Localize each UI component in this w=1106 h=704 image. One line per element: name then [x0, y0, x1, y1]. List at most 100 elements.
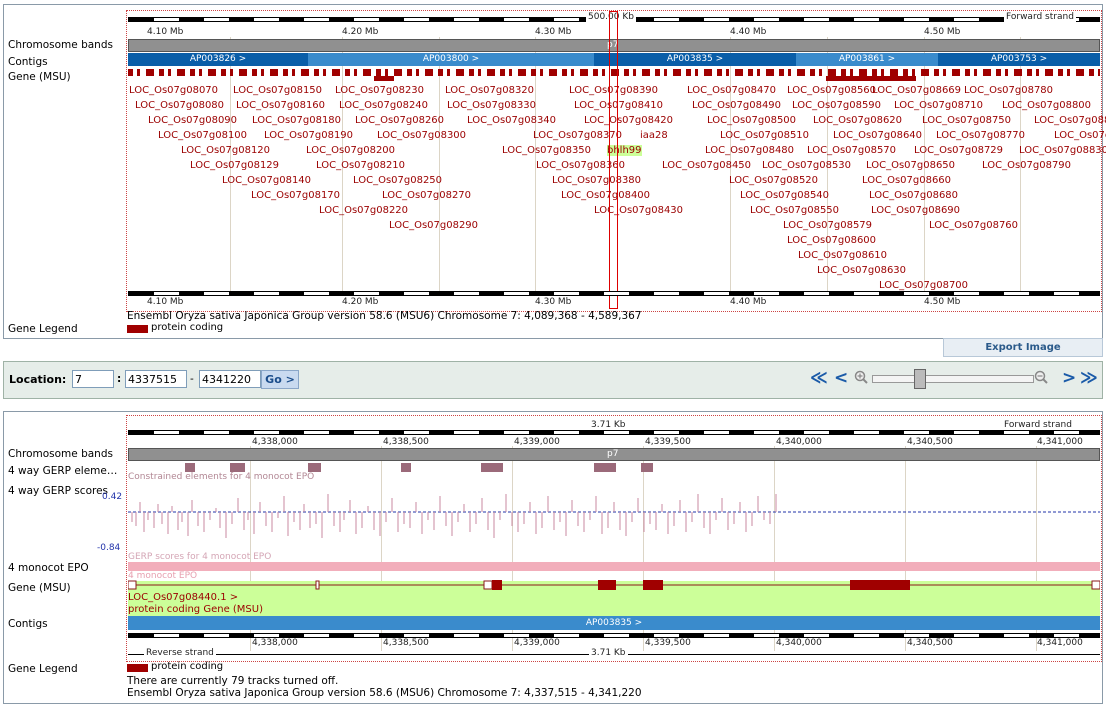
gene-label[interactable]: LOC_Os07g08770 [936, 130, 1025, 141]
gerp-element[interactable] [308, 463, 321, 472]
gene-label[interactable]: LOC_Os07g08530 [762, 160, 851, 171]
selection-box[interactable] [609, 11, 618, 309]
go-button[interactable]: Go > [261, 370, 299, 389]
gene-label[interactable]: LOC_Os07g08160 [236, 100, 325, 111]
gene-label[interactable]: LOC_Os07g08320 [445, 85, 534, 96]
gene-label[interactable]: LOC_Os07g08120 [181, 145, 270, 156]
gene-label[interactable]: LOC_Os07g08520 [729, 175, 818, 186]
gene-label[interactable]: LOC_Os07g08669 [872, 85, 961, 96]
gene-label[interactable]: LOC_Os07g08330 [447, 100, 536, 111]
gene-label[interactable]: LOC_Os07g08250 [353, 175, 442, 186]
gene-label[interactable]: LOC_Os07g08700 [879, 280, 968, 291]
gerp-element[interactable] [401, 463, 411, 472]
contig-ap003861[interactable]: AP003861 > [796, 53, 938, 66]
gene-model[interactable] [128, 578, 1100, 592]
gerp-element[interactable] [594, 463, 616, 472]
gene-label[interactable]: LOC_Os07g08710 [894, 100, 983, 111]
gerp-element[interactable] [185, 463, 195, 472]
contig-ap003826[interactable]: AP003826 > [128, 53, 308, 66]
gene-label[interactable]: LOC_Os07g08080 [135, 100, 224, 111]
gene-label[interactable]: LOC_Os07g08210 [316, 160, 405, 171]
gene-label[interactable]: LOC_Os07g08480 [705, 145, 794, 156]
pan-right-button[interactable]: > [1062, 368, 1076, 388]
gene-label[interactable]: LOC_Os07g08579 [783, 220, 872, 231]
gene-label[interactable]: LOC_Os07g08820 [1054, 130, 1106, 141]
pan-left-far-button[interactable]: ≪ [810, 368, 828, 388]
chromosome-input[interactable] [72, 370, 114, 388]
gene-label[interactable]: LOC_Os07g08240 [339, 100, 428, 111]
gene-label[interactable]: LOC_Os07g08230 [335, 85, 424, 96]
epo-bar[interactable] [128, 562, 1100, 571]
gene-label[interactable]: LOC_Os07g08340 [467, 115, 556, 126]
gene-label[interactable]: LOC_Os07g08140 [222, 175, 311, 186]
gene-label[interactable]: LOC_Os07g08680 [869, 190, 958, 201]
contig-ap003835[interactable]: AP003835 > [128, 616, 1100, 630]
gerp-element[interactable] [641, 463, 653, 472]
gene-label[interactable]: LOC_Os07g08490 [692, 100, 781, 111]
track-label-gene: Gene (MSU) [8, 582, 71, 594]
gene-label[interactable]: LOC_Os07g08760 [929, 220, 1018, 231]
gene-label[interactable]: LOC_Os07g08300 [377, 130, 466, 141]
gene-label[interactable]: LOC_Os07g08540 [740, 190, 829, 201]
gene-label[interactable]: LOC_Os07g08090 [148, 115, 237, 126]
gene-label[interactable]: LOC_Os07g08729 [914, 145, 1003, 156]
gene-label[interactable]: LOC_Os07g08600 [787, 235, 876, 246]
gene-label[interactable]: LOC_Os07g08410 [574, 100, 663, 111]
gene-label[interactable]: LOC_Os07g08800 [1002, 100, 1091, 111]
gene-label[interactable]: LOC_Os07g08450 [662, 160, 751, 171]
gene-label[interactable]: LOC_Os07g08100 [158, 130, 247, 141]
pan-left-button[interactable]: < [834, 368, 848, 388]
gerp-element[interactable] [230, 463, 245, 472]
gene-label[interactable]: LOC_Os07g08260 [355, 115, 444, 126]
pan-right-far-button[interactable]: ≫ [1080, 368, 1098, 388]
gene-label[interactable]: LOC_Os07g08420 [584, 115, 673, 126]
gene-label[interactable]: LOC_Os07g08380 [552, 175, 641, 186]
gene-label[interactable]: LOC_Os07g08220 [319, 205, 408, 216]
gene-label[interactable]: LOC_Os07g08200 [306, 145, 395, 156]
gene-label[interactable]: LOC_Os07g08640 [833, 130, 922, 141]
gene-label[interactable]: LOC_Os07g08630 [817, 265, 906, 276]
start-input[interactable] [125, 370, 187, 388]
gene-label[interactable]: LOC_Os07g08070 [129, 85, 218, 96]
gene-label[interactable]: LOC_Os07g08290 [389, 220, 478, 231]
gene-label[interactable]: LOC_Os07g08690 [871, 205, 960, 216]
zoom-slider-handle[interactable] [914, 369, 926, 389]
gerp-element[interactable] [481, 463, 503, 472]
zoom-out-icon[interactable] [854, 370, 868, 384]
gene-label[interactable]: LOC_Os07g08400 [561, 190, 650, 201]
gene-label[interactable]: iaa28 [640, 130, 668, 141]
gene-name[interactable]: LOC_Os07g08440.1 > [128, 592, 238, 603]
gene-label[interactable]: LOC_Os07g08620 [813, 115, 902, 126]
gene-label[interactable]: LOC_Os07g08650 [866, 160, 955, 171]
gene-label[interactable]: LOC_Os07g08810 [1034, 115, 1106, 126]
gene-label[interactable]: LOC_Os07g08430 [594, 205, 683, 216]
contig-ap003753[interactable]: AP003753 > [938, 53, 1100, 66]
gene-label[interactable]: LOC_Os07g08660 [862, 175, 951, 186]
gene-label[interactable]: LOC_Os07g08150 [233, 85, 322, 96]
gene-label[interactable]: LOC_Os07g08550 [750, 205, 839, 216]
gene-label[interactable]: LOC_Os07g08270 [382, 190, 471, 201]
gene-label[interactable]: LOC_Os07g08590 [792, 100, 881, 111]
gene-label[interactable]: LOC_Os07g08830 [1019, 145, 1106, 156]
gene-label[interactable]: LOC_Os07g08190 [264, 130, 353, 141]
gene-label[interactable]: LOC_Os07g08780 [964, 85, 1053, 96]
gene-label[interactable]: LOC_Os07g08610 [798, 250, 887, 261]
track-label-legend: Gene Legend [8, 663, 78, 675]
zoom-slider-track[interactable] [872, 375, 1034, 383]
gene-label[interactable]: LOC_Os07g08350 [502, 145, 591, 156]
gene-label[interactable]: LOC_Os07g08129 [190, 160, 279, 171]
gene-label[interactable]: LOC_Os07g08570 [807, 145, 896, 156]
gene-label[interactable]: LOC_Os07g08170 [251, 190, 340, 201]
gene-label[interactable]: LOC_Os07g08470 [687, 85, 776, 96]
contig-ap003835[interactable]: AP003835 > [594, 53, 796, 66]
gene-label[interactable]: LOC_Os07g08560 [787, 85, 876, 96]
gene-label[interactable]: LOC_Os07g08500 [707, 115, 796, 126]
gene-label[interactable]: LOC_Os07g08790 [982, 160, 1071, 171]
contig-ap003800[interactable]: AP003800 > [308, 53, 594, 66]
export-image-button[interactable]: Export Image [943, 338, 1103, 357]
gene-label[interactable]: LOC_Os07g08180 [252, 115, 341, 126]
end-input[interactable] [199, 370, 261, 388]
zoom-in-icon[interactable] [1034, 370, 1048, 384]
gene-label[interactable]: LOC_Os07g08750 [922, 115, 1011, 126]
gene-label[interactable]: LOC_Os07g08510 [720, 130, 809, 141]
